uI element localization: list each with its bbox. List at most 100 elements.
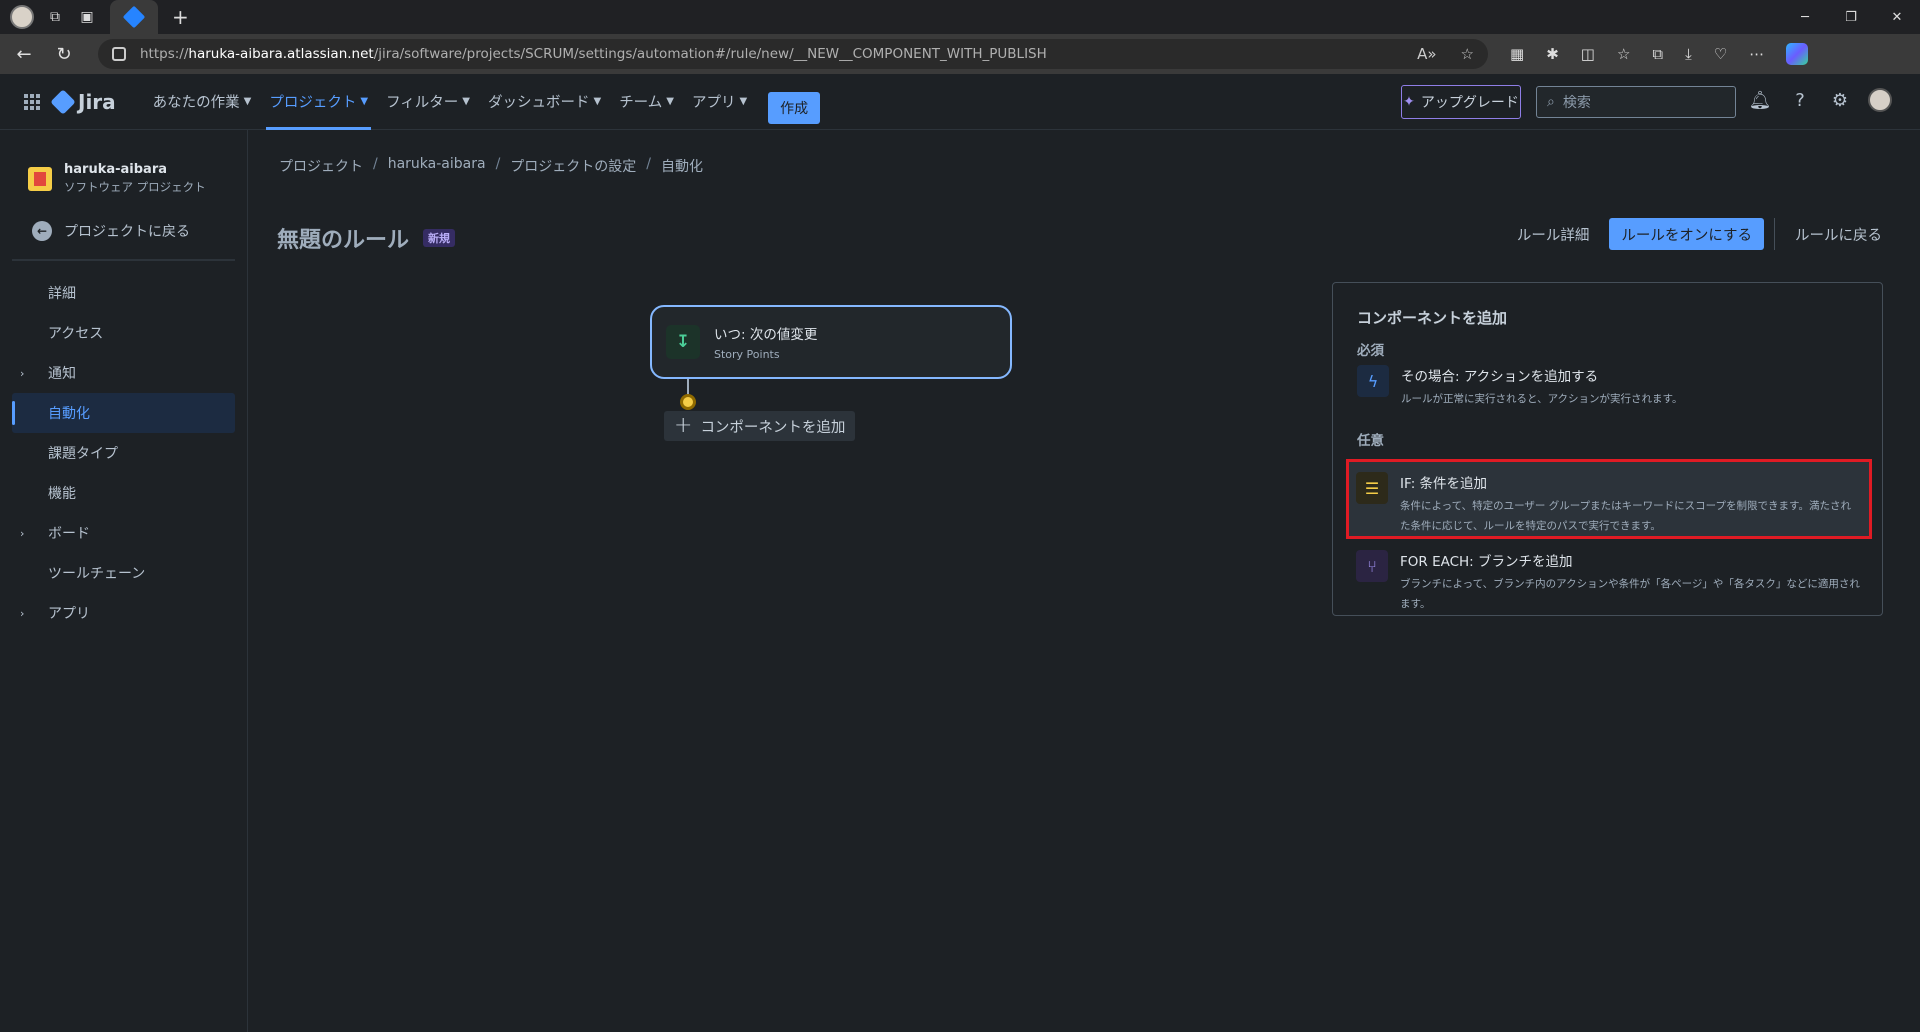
read-aloud-icon[interactable]: A» — [1417, 45, 1436, 63]
breadcrumb-projects[interactable]: プロジェクト — [279, 156, 363, 176]
browser-toolbar-icons: ▦ ✱ ◫ ☆ ⧉ ⤓ ♡ ⋯ — [1510, 43, 1809, 65]
new-tab-button[interactable]: + — [172, 5, 189, 29]
add-component-label: コンポーネントを追加 — [700, 419, 846, 436]
menu-projects[interactable]: プロジェクト ▼ — [260, 74, 377, 130]
user-avatar[interactable] — [1868, 88, 1892, 112]
add-condition-title: IF: 条件を追加 — [1400, 476, 1488, 492]
favorites-icon[interactable]: ☆ — [1617, 45, 1630, 63]
product-name: Jira — [78, 89, 116, 114]
sidebar-item-access[interactable]: アクセス — [12, 313, 235, 353]
upgrade-label: アップグレード — [1420, 95, 1519, 111]
connector-dot — [680, 394, 696, 410]
close-icon[interactable]: ✕ — [1874, 0, 1920, 34]
help-icon[interactable]: ? — [1788, 88, 1812, 112]
chevron-right-icon[interactable]: › — [20, 527, 24, 540]
filter-icon: ☰ — [1356, 472, 1388, 504]
project-avatar-icon — [28, 166, 52, 191]
qr-icon[interactable]: ▦ — [1510, 45, 1524, 63]
sidebar-item-issue-types[interactable]: 課題タイプ — [12, 433, 235, 473]
add-branch-option[interactable]: ⑂ FOR EACH: ブランチを追加 ブランチによって、ブランチ内のアクション… — [1356, 550, 1866, 614]
upgrade-button[interactable]: ✦ アップグレード — [1401, 85, 1521, 119]
split-screen-icon[interactable]: ◫ — [1581, 45, 1595, 63]
project-header[interactable]: haruka-aibara ソフトウェア プロジェクト — [28, 162, 247, 195]
add-component-button[interactable]: + コンポーネントを追加 — [664, 411, 856, 441]
extensions-icon[interactable]: ✱ — [1546, 45, 1559, 63]
chevron-down-icon: ▼ — [462, 96, 470, 107]
sidebar-item-details[interactable]: 詳細 — [12, 273, 235, 313]
add-action-option[interactable]: ϟ その場合: アクションを追加する ルールが正常に実行されると、アクションが実… — [1357, 365, 1867, 409]
more-menu-icon[interactable]: ⋯ — [1749, 45, 1764, 63]
lock-icon — [112, 47, 126, 61]
url-path: /jira/software/projects/SCRUM/settings/a… — [373, 46, 1047, 62]
notifications-icon[interactable]: 🔔︎ — [1748, 88, 1772, 112]
sidebar-item-toolchain[interactable]: ツールチェーン — [12, 553, 235, 593]
app-switcher-icon[interactable] — [24, 93, 40, 110]
sidebar-item-features[interactable]: 機能 — [12, 473, 235, 513]
top-right-icons: 🔔︎ ? ⚙ — [1748, 88, 1892, 112]
menu-your-work[interactable]: あなたの作業 ▼ — [144, 74, 261, 130]
menu-filters[interactable]: フィルター ▼ — [377, 74, 479, 130]
chevron-right-icon[interactable]: › — [20, 367, 24, 380]
menu-dashboards[interactable]: ダッシュボード ▼ — [479, 74, 610, 130]
trigger-node[interactable]: ↧ いつ: 次の値変更 Story Points — [650, 305, 1012, 379]
rule-title[interactable]: 無題のルール — [277, 222, 409, 254]
breadcrumb-project[interactable]: haruka-aibara — [388, 156, 486, 176]
chevron-right-icon[interactable]: › — [20, 607, 24, 620]
copilot-icon[interactable] — [1786, 43, 1809, 65]
trigger-field: Story Points — [714, 348, 780, 361]
branch-icon: ⑂ — [1356, 550, 1388, 582]
back-to-project-label: プロジェクトに戻る — [64, 224, 190, 240]
sidebar-item-apps[interactable]: › アプリ — [12, 593, 235, 633]
new-badge: 新規 — [423, 229, 456, 247]
tab-actions-icon[interactable]: ▣ — [76, 6, 98, 28]
favorite-star-icon[interactable]: ☆ — [1461, 45, 1474, 63]
profile-avatar[interactable] — [10, 5, 34, 29]
jira-top-navigation: Jira あなたの作業 ▼ プロジェクト ▼ フィルター ▼ ダッシュボード ▼ チーム… — [0, 74, 1920, 130]
restore-icon[interactable]: ❐ — [1828, 0, 1874, 34]
chevron-down-icon: ▼ — [360, 96, 369, 107]
field-change-icon: ↧ — [666, 325, 700, 359]
actions-divider — [1774, 218, 1775, 250]
menu-apps[interactable]: アプリ ▼ — [683, 74, 756, 130]
window-controls: ─ ❐ ✕ — [1782, 0, 1920, 34]
add-condition-option[interactable]: ☰ IF: 条件を追加 条件によって、特定のユーザー グループまたはキーワードに… — [1356, 472, 1866, 536]
enable-rule-button[interactable]: ルールをオンにする — [1609, 218, 1764, 250]
sidebar-item-automation[interactable]: 自動化 — [12, 393, 235, 433]
settings-gear-icon[interactable]: ⚙ — [1828, 88, 1852, 112]
create-button[interactable]: 作成 — [768, 91, 821, 124]
add-branch-desc: ブランチによって、ブランチ内のアクションや条件が「各ページ」や「各タスク」などに… — [1400, 578, 1860, 610]
sidebar-item-notifications[interactable]: › 通知 — [12, 353, 235, 393]
chevron-down-icon: ▼ — [243, 96, 252, 107]
browser-essentials-icon[interactable]: ♡ — [1714, 45, 1727, 63]
lightning-icon: ϟ — [1357, 365, 1389, 397]
project-sidebar: haruka-aibara ソフトウェア プロジェクト ← プロジェクトに戻る … — [0, 130, 248, 1032]
workspaces-icon[interactable]: ⧉ — [44, 6, 66, 28]
back-arrow-icon[interactable]: ← — [8, 38, 40, 70]
search-icon: ⌕ — [1547, 94, 1555, 110]
collections-icon[interactable]: ⧉ — [1652, 45, 1663, 63]
refresh-icon[interactable]: ↻ — [48, 38, 80, 70]
plus-icon: + — [674, 413, 693, 438]
sidebar-item-board[interactable]: › ボード — [12, 513, 235, 553]
search-placeholder: 検索 — [1562, 95, 1591, 111]
add-action-title: その場合: アクションを追加する — [1401, 369, 1599, 385]
breadcrumb-automation[interactable]: 自動化 — [661, 156, 703, 176]
chevron-down-icon: ▼ — [593, 96, 602, 107]
breadcrumb: プロジェクト / haruka-aibara / プロジェクトの設定 / 自動化 — [279, 156, 703, 176]
rule-details-button[interactable]: ルール詳細 — [1503, 224, 1604, 245]
main-content: プロジェクト / haruka-aibara / プロジェクトの設定 / 自動化… — [249, 130, 1920, 1032]
browser-address-bar: ← ↻ https://haruka-aibara.atlassian.net /… — [0, 34, 1920, 74]
breadcrumb-project-settings[interactable]: プロジェクトの設定 — [510, 156, 636, 176]
search-input[interactable]: ⌕ 検索 — [1536, 86, 1736, 118]
menu-teams[interactable]: チーム ▼ — [610, 74, 683, 130]
back-to-rules-button[interactable]: ルールに戻る — [1781, 224, 1896, 245]
trigger-title: いつ: 次の値変更 — [714, 327, 818, 343]
jira-logo[interactable]: Jira — [50, 88, 116, 115]
rule-actions: ルール詳細 ルールをオンにする ルールに戻る — [1503, 218, 1896, 250]
sidebar-divider — [12, 259, 235, 261]
minimize-icon[interactable]: ─ — [1782, 0, 1828, 34]
downloads-icon[interactable]: ⤓ — [1685, 45, 1692, 63]
back-to-project-link[interactable]: ← プロジェクトに戻る — [32, 221, 247, 241]
active-browser-tab[interactable] — [110, 0, 158, 34]
url-field[interactable]: https://haruka-aibara.atlassian.net/jira… — [98, 39, 1488, 69]
